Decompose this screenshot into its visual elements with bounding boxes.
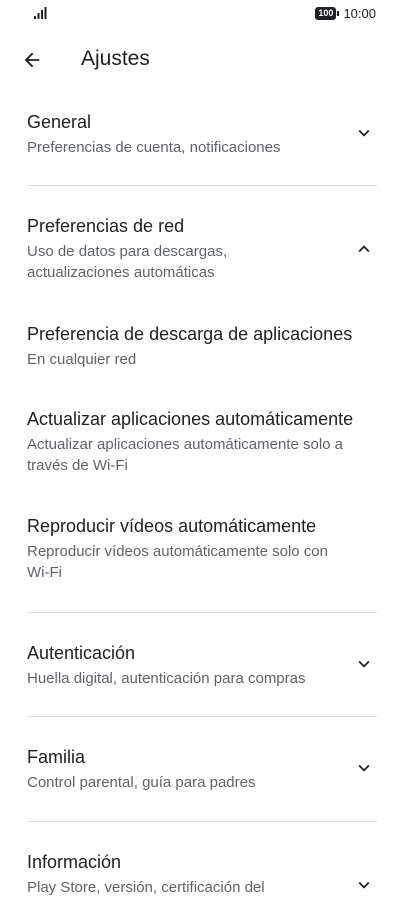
- divider: [27, 185, 377, 186]
- divider: [27, 716, 377, 717]
- row-text: Familia Control parental, guía para padr…: [27, 745, 337, 793]
- row-title: Preferencias de red: [27, 216, 185, 236]
- row-subtitle-line: Actualizar aplicaciones automáticamente …: [27, 436, 344, 453]
- row-subtitle: Uso de datos para descargas, actualizaci…: [27, 241, 337, 283]
- app-bar: Ajustes: [0, 38, 404, 82]
- row-title: Información: [27, 852, 122, 872]
- settings-row-general[interactable]: General Preferencias de cuenta, notifica…: [27, 110, 377, 158]
- row-subtitle: Control parental, guía para padres: [27, 774, 256, 791]
- row-subtitle-line: través de Wi-Fi: [27, 457, 128, 474]
- battery-icon: 100: [315, 7, 340, 20]
- row-subtitle-line: Reproducir vídeos automáticamente solo c…: [27, 543, 328, 560]
- row-title: General: [27, 112, 92, 132]
- row-title: Familia: [27, 747, 86, 767]
- chevron-down-icon[interactable]: [353, 122, 375, 144]
- signal-icon: [34, 7, 47, 19]
- settings-row-network[interactable]: Preferencias de red Uso de datos para de…: [27, 214, 377, 283]
- page-title: Ajustes: [81, 47, 150, 70]
- row-text: Preferencias de red Uso de datos para de…: [27, 214, 337, 283]
- row-subtitle-line: Uso de datos para descargas,: [27, 243, 228, 260]
- row-subtitle: Huella digital, autenticación para compr…: [27, 670, 306, 687]
- row-subtitle: Preferencias de cuenta, notificaciones: [27, 139, 281, 156]
- settings-item-autoplay-videos[interactable]: Reproducir vídeos automáticamente Reprod…: [27, 514, 377, 583]
- arrow-back-icon: [24, 52, 40, 68]
- status-bar: 100 10:00: [0, 0, 404, 28]
- row-subtitle: Actualizar aplicaciones automáticamente …: [27, 434, 377, 476]
- row-title: Actualizar aplicaciones automáticamente: [27, 409, 354, 429]
- chevron-up-icon[interactable]: [353, 238, 375, 260]
- row-subtitle: Reproducir vídeos automáticamente solo c…: [27, 541, 377, 583]
- back-button[interactable]: [18, 46, 46, 74]
- row-title: Autenticación: [27, 643, 136, 663]
- chevron-down-icon[interactable]: [353, 874, 375, 896]
- row-text: Información Play Store, versión, certifi…: [27, 850, 337, 898]
- divider: [27, 821, 377, 822]
- battery-level: 100: [315, 7, 337, 20]
- settings-row-about[interactable]: Información Play Store, versión, certifi…: [27, 850, 377, 898]
- chevron-down-icon[interactable]: [353, 757, 375, 779]
- row-title: Reproducir vídeos automáticamente: [27, 516, 317, 536]
- settings-row-authentication[interactable]: Autenticación Huella digital, autenticac…: [27, 641, 377, 689]
- settings-row-family[interactable]: Familia Control parental, guía para padr…: [27, 745, 377, 793]
- status-right: 100 10:00: [315, 6, 376, 21]
- row-subtitle-line: Wi-Fi: [27, 564, 62, 581]
- row-text: General Preferencias de cuenta, notifica…: [27, 110, 337, 158]
- row-text: Autenticación Huella digital, autenticac…: [27, 641, 337, 689]
- row-title: Preferencia de descarga de aplicaciones: [27, 324, 353, 344]
- settings-item-auto-update[interactable]: Actualizar aplicaciones automáticamente …: [27, 407, 377, 476]
- row-subtitle-line: actualizaciones automáticas: [27, 264, 215, 281]
- divider: [27, 612, 377, 613]
- row-subtitle: En cualquier red: [27, 351, 137, 368]
- chevron-down-icon[interactable]: [353, 653, 375, 675]
- clock: 10:00: [343, 6, 376, 21]
- row-subtitle: Play Store, versión, certificación del: [27, 879, 265, 896]
- settings-item-download-preference[interactable]: Preferencia de descarga de aplicaciones …: [27, 322, 377, 370]
